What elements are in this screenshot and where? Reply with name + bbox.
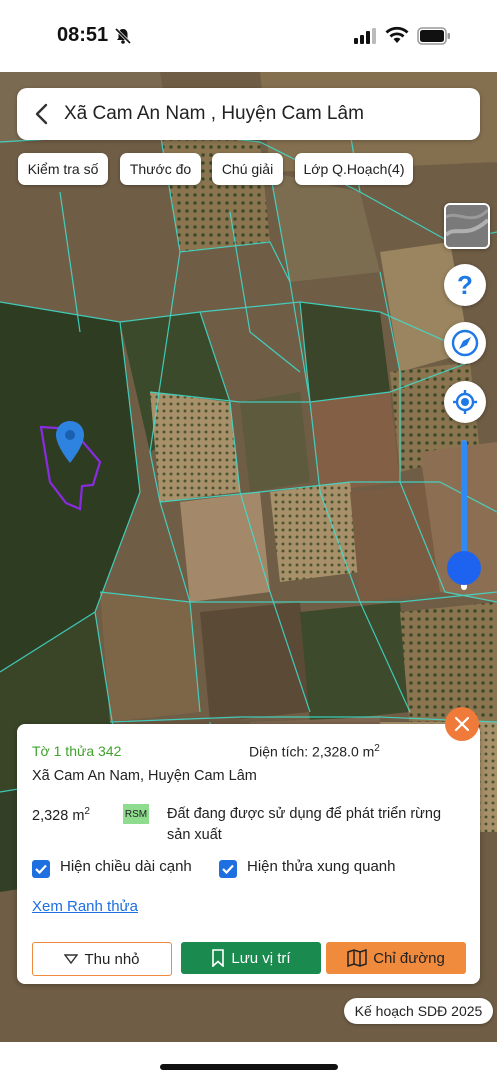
cellular-signal-icon	[354, 28, 376, 44]
directions-button[interactable]: Chỉ đường	[326, 942, 466, 974]
chip-legend[interactable]: Chú giải	[212, 153, 283, 185]
location-pin-icon[interactable]	[55, 420, 85, 464]
parcel-area: Diện tích: 2,328.0 m2	[249, 743, 380, 760]
header-title: Xã Cam An Nam , Huyện Cam Lâm	[64, 103, 364, 124]
area-unit-superscript: 2	[374, 743, 380, 754]
minimize-label: Thu nhỏ	[84, 950, 140, 968]
help-button[interactable]: ?	[444, 264, 486, 306]
question-icon: ?	[457, 270, 473, 300]
close-icon	[454, 716, 470, 732]
my-location-button[interactable]	[444, 381, 486, 423]
chip-ruler[interactable]: Thước đo	[120, 153, 201, 185]
area-short-superscript: 2	[84, 806, 90, 817]
checkmark-icon	[35, 864, 47, 875]
parcel-location: Xã Cam An Nam, Huyện Cam Lâm	[32, 768, 257, 784]
land-description-line2: sản xuất	[167, 827, 222, 843]
zoom-slider-fill	[461, 440, 467, 568]
bookmark-icon	[212, 949, 225, 967]
wifi-icon	[385, 26, 409, 43]
triangle-down-icon	[64, 954, 79, 964]
location-header: Xã Cam An Nam , Huyện Cam Lâm	[17, 88, 480, 140]
status-time: 08:51	[57, 24, 109, 46]
bottom-safe-area	[0, 1042, 497, 1080]
view-boundary-link[interactable]: Xem Ranh thửa	[32, 898, 138, 915]
map-icon	[347, 949, 367, 967]
parcel-area-short: 2,328 m2	[32, 806, 90, 824]
status-bar: 08:51	[0, 0, 497, 72]
bell-off-icon	[114, 27, 132, 45]
land-code-badge: RSM	[123, 804, 149, 824]
close-panel-button[interactable]	[445, 707, 479, 741]
neighbor-parcels-label: Hiện thửa xung quanh	[247, 858, 396, 875]
svg-text:?: ?	[457, 270, 473, 300]
chip-check-number[interactable]: Kiểm tra số	[18, 153, 108, 185]
save-location-button[interactable]: Lưu vị trí	[181, 942, 321, 974]
save-location-label: Lưu vị trí	[231, 949, 291, 967]
checkmark-icon	[222, 864, 234, 875]
gps-target-icon	[453, 390, 477, 414]
edge-length-checkbox[interactable]	[32, 860, 50, 878]
land-use-plan-badge[interactable]: Kế hoạch SDĐ 2025	[344, 998, 493, 1024]
home-indicator[interactable]	[160, 1064, 338, 1070]
area-short-value: 2,328 m	[32, 807, 85, 824]
parcel-id: Tờ 1 thửa 342	[32, 743, 122, 759]
zoom-slider-knob[interactable]	[447, 550, 481, 585]
minimize-button[interactable]: Thu nhỏ	[32, 942, 172, 976]
parcel-area-value: Diện tích: 2,328.0 m	[249, 743, 375, 760]
compass-button[interactable]	[444, 322, 486, 364]
layers-thumbnail-icon	[446, 205, 488, 247]
land-description-line1: Đất đang được sử dụng để phát triển rừng	[167, 806, 442, 822]
compass-icon	[451, 329, 479, 357]
back-chevron-icon[interactable]	[31, 102, 53, 126]
directions-label: Chỉ đường	[373, 949, 445, 967]
chip-planning-layers[interactable]: Lớp Q.Hoạch(4)	[295, 153, 413, 185]
neighbor-parcels-checkbox[interactable]	[219, 860, 237, 878]
map-layer-button[interactable]	[444, 203, 490, 249]
battery-icon	[417, 27, 450, 45]
edge-length-label: Hiện chiều dài cạnh	[60, 858, 192, 875]
